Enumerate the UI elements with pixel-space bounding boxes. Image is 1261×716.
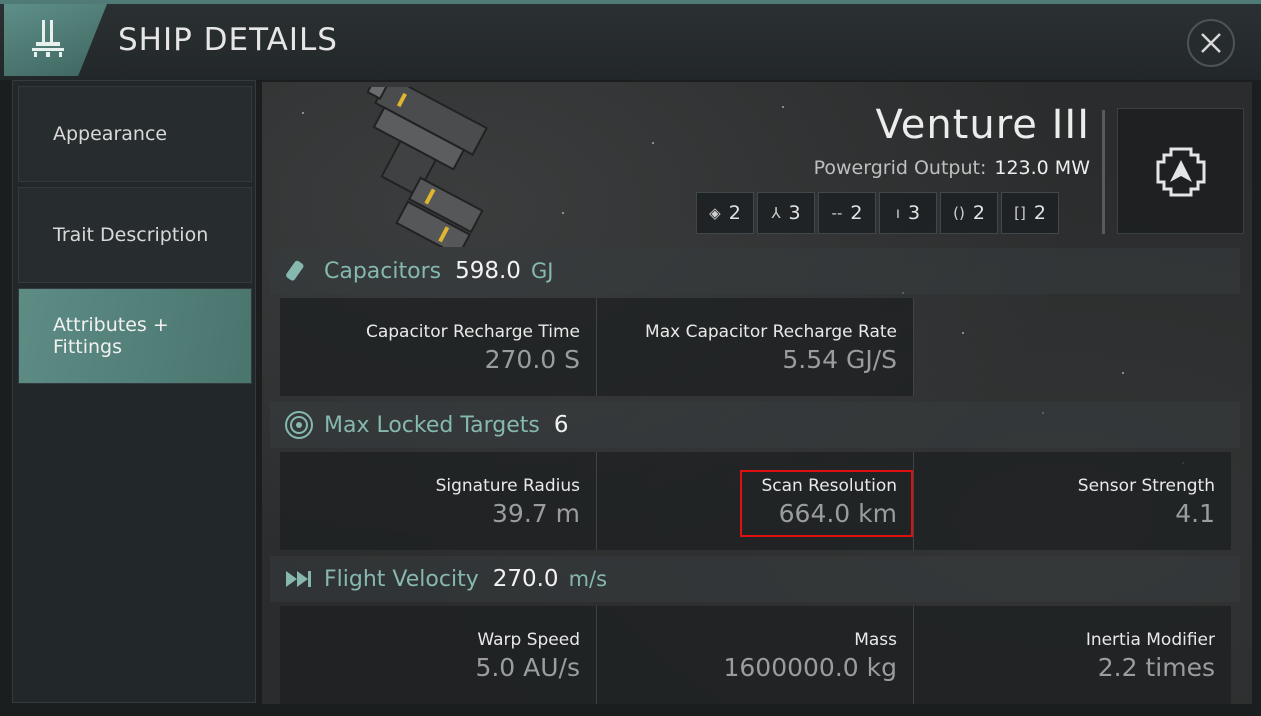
header-bar: SHIP DETAILS bbox=[0, 0, 1261, 80]
section-unit: m/s bbox=[568, 567, 608, 591]
stat-label: Capacitor Recharge Time bbox=[365, 322, 580, 342]
targeting-stats: Signature Radius 39.7 m Scan Resolution … bbox=[280, 452, 1231, 550]
slot-count: 3 bbox=[788, 202, 801, 224]
rig-slot-icon: () bbox=[953, 204, 965, 222]
stat-label: Warp Speed bbox=[477, 630, 580, 650]
background-star bbox=[1122, 372, 1124, 374]
header-divider bbox=[1102, 110, 1105, 234]
section-name: Capacitors bbox=[324, 258, 442, 284]
powergrid-output: Powergrid Output: 123.0 MW bbox=[814, 157, 1090, 179]
stat-label: Max Capacitor Recharge Rate bbox=[645, 322, 897, 342]
section-value: 598.0 bbox=[455, 258, 521, 284]
slot-high: ⅄ 3 bbox=[757, 192, 815, 234]
section-value: 270.0 bbox=[492, 566, 559, 592]
stat-mass: Mass 1600000.0 kg bbox=[597, 606, 914, 704]
page-title: SHIP DETAILS bbox=[118, 22, 338, 58]
slot-low: ı3 bbox=[879, 192, 937, 234]
stat-signature-radius: Signature Radius 39.7 m bbox=[280, 452, 597, 550]
slot-rig: () 2 bbox=[940, 192, 998, 234]
slot-count: 2 bbox=[850, 202, 863, 224]
ship-class-emblem-icon bbox=[1156, 147, 1206, 197]
stat-value: 2.2 times bbox=[1097, 653, 1215, 682]
sidebar-item-label: Appearance bbox=[53, 123, 168, 145]
slot-mid: -- 2 bbox=[818, 192, 876, 234]
stat-label: Mass bbox=[854, 630, 897, 650]
high-slot-icon: ⅄ bbox=[771, 204, 781, 222]
sidebar-item-label: Attributes + Fittings bbox=[53, 314, 169, 358]
stat-value: 5.0 AU/s bbox=[475, 653, 580, 682]
stat-inertia-modifier: Inertia Modifier 2.2 times bbox=[914, 606, 1231, 704]
close-button[interactable] bbox=[1187, 19, 1235, 67]
header-badge bbox=[4, 4, 107, 76]
background-star bbox=[782, 106, 784, 108]
stat-max-capacitor-recharge-rate: Max Capacitor Recharge Rate 5.54 GJ/S bbox=[597, 298, 914, 396]
ship-image bbox=[366, 87, 489, 247]
slot-subsystem: [] 2 bbox=[1001, 192, 1059, 234]
mid-slot-icon: -- bbox=[831, 204, 843, 222]
background-star bbox=[652, 142, 654, 144]
subsystem-slot-icon: [] bbox=[1014, 204, 1026, 222]
velocity-stats: Warp Speed 5.0 AU/s Mass 1600000.0 kg In… bbox=[280, 606, 1231, 704]
powergrid-value: 123.0 MW bbox=[994, 157, 1090, 179]
stat-value: 39.7 m bbox=[492, 499, 580, 528]
stat-value: 5.54 GJ/S bbox=[782, 345, 897, 374]
section-capacitors: Capacitors 598.0 GJ bbox=[270, 248, 1240, 294]
stat-label: Sensor Strength bbox=[1077, 476, 1215, 496]
stat-value: 4.1 bbox=[1175, 499, 1215, 528]
background-star bbox=[562, 212, 564, 214]
sidebar-item-appearance[interactable]: Appearance bbox=[18, 86, 252, 182]
stat-scan-resolution: Scan Resolution 664.0 km bbox=[597, 452, 914, 550]
capacitor-stats: Capacitor Recharge Time 270.0 S Max Capa… bbox=[280, 298, 914, 396]
sidebar-item-trait-description[interactable]: Trait Description bbox=[18, 187, 252, 283]
fast-forward-icon bbox=[284, 569, 316, 589]
slot-count: 2 bbox=[728, 202, 741, 224]
sidebar-item-attributes-fittings[interactable]: Attributes + Fittings bbox=[18, 288, 252, 384]
stat-capacitor-recharge-time: Capacitor Recharge Time 270.0 S bbox=[280, 298, 597, 396]
section-unit: GJ bbox=[530, 259, 554, 283]
stat-label: Scan Resolution bbox=[761, 476, 897, 496]
stat-warp-speed: Warp Speed 5.0 AU/s bbox=[280, 606, 597, 704]
section-flight-velocity: Flight Velocity 270.0 m/s bbox=[270, 556, 1240, 602]
section-max-locked-targets: Max Locked Targets 6 bbox=[270, 402, 1240, 448]
main-panel: Venture III Powergrid Output: 123.0 MW ◈ 2… bbox=[262, 82, 1252, 704]
background-star bbox=[302, 112, 304, 114]
stat-value: 1600000.0 kg bbox=[723, 653, 898, 682]
close-icon bbox=[1201, 33, 1221, 53]
stat-label: Signature Radius bbox=[435, 476, 580, 496]
slot-count: 3 bbox=[908, 202, 921, 224]
sidebar-item-label: Trait Description bbox=[53, 224, 209, 246]
sidebar: Appearance Trait Description Attributes … bbox=[12, 80, 256, 703]
background-star bbox=[962, 332, 964, 334]
capacitor-icon bbox=[284, 258, 316, 284]
powergrid-label: Powergrid Output: bbox=[813, 157, 987, 179]
section-name: Flight Velocity bbox=[324, 566, 479, 592]
stat-label: Inertia Modifier bbox=[1085, 630, 1215, 650]
ship-name: Venture III bbox=[875, 102, 1090, 148]
slot-count: 2 bbox=[972, 202, 985, 224]
target-lock-icon bbox=[284, 410, 316, 440]
ship-class-emblem bbox=[1117, 108, 1244, 234]
drone-slot-icon: ◈ bbox=[709, 204, 721, 222]
fitting-slots: ◈ 2 ⅄ 3 -- 2 ı3 () 2 [] 2 bbox=[696, 192, 1059, 234]
stat-value: 664.0 km bbox=[778, 499, 897, 528]
low-slot-icon: ı bbox=[895, 204, 901, 222]
slot-drone: ◈ 2 bbox=[696, 192, 754, 234]
section-name: Max Locked Targets bbox=[324, 412, 540, 438]
stat-sensor-strength: Sensor Strength 4.1 bbox=[914, 452, 1231, 550]
ship-tower-icon bbox=[32, 20, 64, 57]
section-value: 6 bbox=[553, 412, 569, 438]
slot-count: 2 bbox=[1033, 202, 1046, 224]
stat-value: 270.0 S bbox=[484, 345, 580, 374]
